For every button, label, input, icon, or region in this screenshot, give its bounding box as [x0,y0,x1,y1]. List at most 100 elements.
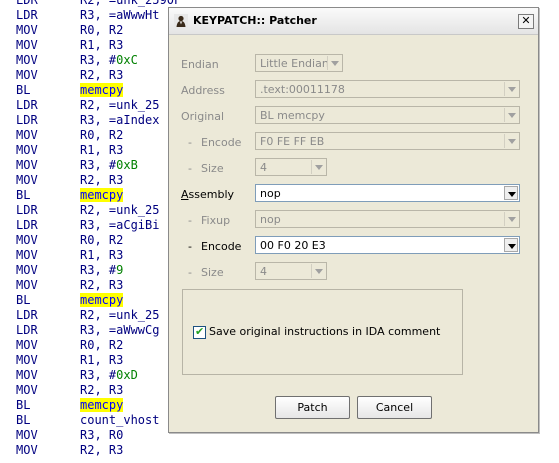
encode-label: Encode [201,240,242,253]
operands: R2, =unk_25 [80,203,160,217]
mnemonic: MOV [16,68,38,82]
mnemonic: LDR [16,98,38,112]
operands: R2, =unk_2590F [80,0,182,7]
immediate-value: 0xC [116,53,138,67]
operands: R3, R0 [80,428,124,442]
operands: R1, R3 [80,143,124,157]
mnemonic: MOV [16,128,38,142]
mnemonic: LDR [16,308,38,322]
original-size-label: Size [201,162,224,175]
mnemonic: LDR [16,218,38,232]
operands: R2, =unk_25 [80,308,160,322]
dialog-title: KEYPATCH:: Patcher [193,14,317,27]
mnemonic: BL [16,293,31,307]
cancel-button[interactable]: Cancel [357,396,432,419]
operands: R2, R3 [80,68,124,82]
operands-prefix: R3, # [80,158,117,172]
original-label: Original [181,110,225,123]
assembly-combobox[interactable]: nop [255,184,520,202]
mnemonic: BL [16,398,31,412]
highlighted-symbol[interactable]: memcpy [80,83,124,97]
operands: R1, R3 [80,353,124,367]
mnemonic: MOV [16,428,38,442]
immediate-value: 0xB [116,158,138,172]
fixup-label: Fixup [201,214,231,227]
endian-select: Little Endian [255,54,343,72]
close-button[interactable]: ✕ [518,14,534,29]
operands: R0, R2 [80,233,124,247]
mnemonic: MOV [16,233,38,247]
operands: R3, #9 [80,263,123,278]
mnemonic: MOV [16,353,38,367]
fixup-dash: - [188,214,192,227]
app-icon [174,14,188,28]
operands: R3, =aCgiBi [80,218,160,232]
patch-button[interactable]: Patch [275,396,350,419]
dropdown-arrow-icon [504,212,518,226]
mnemonic: MOV [16,248,38,262]
mnemonic: LDR [16,323,38,337]
mnemonic: MOV [16,383,38,397]
mnemonic: BL [16,413,31,427]
fixup-select: nop [255,210,520,228]
operands-prefix: R3, # [80,263,117,277]
operands: R2, R3 [80,443,124,457]
immediate-value: 0xD [116,368,138,382]
operands: R0, R2 [80,23,124,37]
operands: R0, R2 [80,128,124,142]
dropdown-arrow-icon [504,108,518,122]
mnemonic: MOV [16,23,38,37]
dropdown-arrow-icon[interactable] [504,186,518,200]
original-select: BL memcpy [255,106,520,124]
encode-dash: - [188,240,192,253]
call-target: memcpy [80,398,124,413]
mnemonic: MOV [16,263,38,277]
dropdown-arrow-icon [504,82,518,96]
mnemonic: LDR [16,8,38,22]
operands: R1, R3 [80,38,124,52]
operands: R3, =aIndex [80,113,160,127]
highlighted-symbol[interactable]: memcpy [80,188,124,202]
mnemonic: BL [16,188,31,202]
mnemonic: MOV [16,53,38,67]
mnemonic: MOV [16,173,38,187]
operands: R3, #0xB [80,158,138,173]
operands: R2, =unk_25 [80,98,160,112]
call-target: memcpy [80,83,124,98]
operands: R2, R3 [80,173,124,187]
operands: R3, =aWwwCg [80,323,160,337]
original-size-dash: - [188,162,192,175]
mnemonic: MOV [16,158,38,172]
assembly-label: Assembly [181,188,235,201]
dropdown-arrow-icon [311,264,325,278]
dropdown-arrow-icon[interactable] [504,238,518,252]
close-icon: ✕ [521,14,531,27]
operands: R2, R3 [80,278,124,292]
size-label: Size [201,266,224,279]
original-encode-label: Encode [201,136,242,149]
operands: R0, R2 [80,338,124,352]
highlighted-symbol[interactable]: memcpy [80,398,124,412]
mnemonic: MOV [16,143,38,157]
mnemonic: LDR [16,0,38,7]
keypatch-dialog: KEYPATCH:: Patcher ✕ Endian Little Endia… [168,7,539,433]
encode-combobox[interactable]: 00 F0 20 E3 [255,236,520,254]
save-comment-checkbox[interactable]: ✔ [193,325,206,339]
operands: R2, R3 [80,383,124,397]
operands: R3, #0xC [80,53,138,68]
call-target: memcpy [80,188,124,203]
operands: R1, R3 [80,248,124,262]
original-encode-dash: - [188,136,192,149]
mnemonic: MOV [16,338,38,352]
operands: R3, #0xD [80,368,138,383]
original-encode-select: F0 FE FF EB [255,132,520,150]
save-comment-label[interactable]: Save original instructions in IDA commen… [209,325,440,338]
mnemonic: LDR [16,113,38,127]
operands: R3, =aWwwHt [80,8,160,22]
dropdown-arrow-icon [327,56,341,70]
mnemonic: MOV [16,368,38,382]
dialog-titlebar[interactable]: KEYPATCH:: Patcher ✕ [169,8,538,35]
call-target: memcpy [80,293,124,308]
size-dash: - [188,266,192,279]
highlighted-symbol[interactable]: memcpy [80,293,124,307]
